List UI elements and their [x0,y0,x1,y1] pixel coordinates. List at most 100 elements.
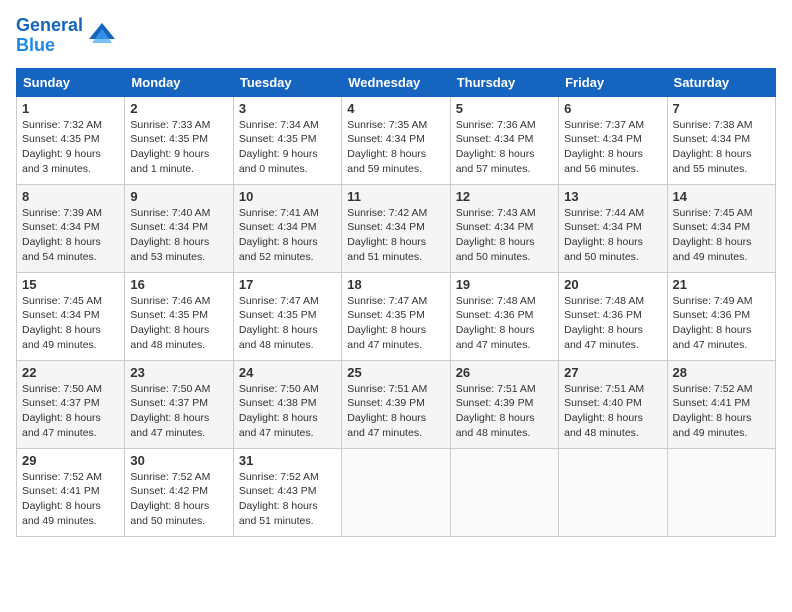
day-number: 9 [130,189,227,204]
calendar-cell [667,448,775,536]
calendar-cell: 22 Sunrise: 7:50 AMSunset: 4:37 PMDaylig… [17,360,125,448]
calendar-week-row: 8 Sunrise: 7:39 AMSunset: 4:34 PMDayligh… [17,184,776,272]
calendar-cell: 3 Sunrise: 7:34 AMSunset: 4:35 PMDayligh… [233,96,341,184]
day-info: Sunrise: 7:41 AMSunset: 4:34 PMDaylight:… [239,207,319,263]
day-info: Sunrise: 7:35 AMSunset: 4:34 PMDaylight:… [347,119,427,175]
calendar-cell: 7 Sunrise: 7:38 AMSunset: 4:34 PMDayligh… [667,96,775,184]
calendar-cell: 14 Sunrise: 7:45 AMSunset: 4:34 PMDaylig… [667,184,775,272]
day-of-week-header: Monday [125,68,233,96]
day-info: Sunrise: 7:32 AMSunset: 4:35 PMDaylight:… [22,119,102,175]
day-number: 23 [130,365,227,380]
calendar-cell: 28 Sunrise: 7:52 AMSunset: 4:41 PMDaylig… [667,360,775,448]
day-number: 22 [22,365,119,380]
calendar-cell: 9 Sunrise: 7:40 AMSunset: 4:34 PMDayligh… [125,184,233,272]
calendar-cell: 11 Sunrise: 7:42 AMSunset: 4:34 PMDaylig… [342,184,450,272]
calendar-cell: 5 Sunrise: 7:36 AMSunset: 4:34 PMDayligh… [450,96,558,184]
day-info: Sunrise: 7:52 AMSunset: 4:42 PMDaylight:… [130,471,210,527]
day-info: Sunrise: 7:33 AMSunset: 4:35 PMDaylight:… [130,119,210,175]
day-number: 5 [456,101,553,116]
day-number: 21 [673,277,770,292]
day-number: 3 [239,101,336,116]
day-info: Sunrise: 7:43 AMSunset: 4:34 PMDaylight:… [456,207,536,263]
day-number: 7 [673,101,770,116]
day-info: Sunrise: 7:46 AMSunset: 4:35 PMDaylight:… [130,295,210,351]
calendar-cell: 29 Sunrise: 7:52 AMSunset: 4:41 PMDaylig… [17,448,125,536]
calendar-cell: 24 Sunrise: 7:50 AMSunset: 4:38 PMDaylig… [233,360,341,448]
day-info: Sunrise: 7:49 AMSunset: 4:36 PMDaylight:… [673,295,753,351]
day-info: Sunrise: 7:51 AMSunset: 4:40 PMDaylight:… [564,383,644,439]
calendar-cell: 10 Sunrise: 7:41 AMSunset: 4:34 PMDaylig… [233,184,341,272]
day-number: 1 [22,101,119,116]
calendar-cell [559,448,667,536]
calendar-cell: 17 Sunrise: 7:47 AMSunset: 4:35 PMDaylig… [233,272,341,360]
day-info: Sunrise: 7:50 AMSunset: 4:37 PMDaylight:… [130,383,210,439]
day-number: 8 [22,189,119,204]
day-info: Sunrise: 7:42 AMSunset: 4:34 PMDaylight:… [347,207,427,263]
day-number: 20 [564,277,661,292]
calendar-cell: 8 Sunrise: 7:39 AMSunset: 4:34 PMDayligh… [17,184,125,272]
day-of-week-header: Thursday [450,68,558,96]
day-number: 14 [673,189,770,204]
day-number: 25 [347,365,444,380]
day-of-week-header: Sunday [17,68,125,96]
calendar-cell: 20 Sunrise: 7:48 AMSunset: 4:36 PMDaylig… [559,272,667,360]
calendar-cell: 4 Sunrise: 7:35 AMSunset: 4:34 PMDayligh… [342,96,450,184]
calendar-cell: 23 Sunrise: 7:50 AMSunset: 4:37 PMDaylig… [125,360,233,448]
day-info: Sunrise: 7:52 AMSunset: 4:43 PMDaylight:… [239,471,319,527]
calendar-cell: 18 Sunrise: 7:47 AMSunset: 4:35 PMDaylig… [342,272,450,360]
day-number: 18 [347,277,444,292]
calendar-cell: 31 Sunrise: 7:52 AMSunset: 4:43 PMDaylig… [233,448,341,536]
day-info: Sunrise: 7:34 AMSunset: 4:35 PMDaylight:… [239,119,319,175]
day-info: Sunrise: 7:51 AMSunset: 4:39 PMDaylight:… [347,383,427,439]
day-of-week-header: Saturday [667,68,775,96]
day-info: Sunrise: 7:47 AMSunset: 4:35 PMDaylight:… [347,295,427,351]
day-number: 10 [239,189,336,204]
day-number: 2 [130,101,227,116]
day-number: 6 [564,101,661,116]
calendar-week-row: 1 Sunrise: 7:32 AMSunset: 4:35 PMDayligh… [17,96,776,184]
calendar-cell: 15 Sunrise: 7:45 AMSunset: 4:34 PMDaylig… [17,272,125,360]
calendar-header-row: SundayMondayTuesdayWednesdayThursdayFrid… [17,68,776,96]
day-number: 30 [130,453,227,468]
day-info: Sunrise: 7:50 AMSunset: 4:38 PMDaylight:… [239,383,319,439]
calendar-cell: 19 Sunrise: 7:48 AMSunset: 4:36 PMDaylig… [450,272,558,360]
day-info: Sunrise: 7:48 AMSunset: 4:36 PMDaylight:… [564,295,644,351]
calendar-cell: 2 Sunrise: 7:33 AMSunset: 4:35 PMDayligh… [125,96,233,184]
logo-icon [87,21,117,51]
day-number: 13 [564,189,661,204]
day-number: 11 [347,189,444,204]
calendar-cell: 13 Sunrise: 7:44 AMSunset: 4:34 PMDaylig… [559,184,667,272]
day-info: Sunrise: 7:52 AMSunset: 4:41 PMDaylight:… [22,471,102,527]
day-info: Sunrise: 7:40 AMSunset: 4:34 PMDaylight:… [130,207,210,263]
calendar-week-row: 15 Sunrise: 7:45 AMSunset: 4:34 PMDaylig… [17,272,776,360]
day-number: 17 [239,277,336,292]
day-number: 31 [239,453,336,468]
calendar-cell: 16 Sunrise: 7:46 AMSunset: 4:35 PMDaylig… [125,272,233,360]
calendar-cell: 26 Sunrise: 7:51 AMSunset: 4:39 PMDaylig… [450,360,558,448]
page-header: GeneralBlue [16,16,776,56]
logo-text: GeneralBlue [16,16,83,56]
calendar-body: 1 Sunrise: 7:32 AMSunset: 4:35 PMDayligh… [17,96,776,536]
day-info: Sunrise: 7:50 AMSunset: 4:37 PMDaylight:… [22,383,102,439]
day-number: 4 [347,101,444,116]
day-of-week-header: Friday [559,68,667,96]
calendar-cell: 1 Sunrise: 7:32 AMSunset: 4:35 PMDayligh… [17,96,125,184]
day-info: Sunrise: 7:39 AMSunset: 4:34 PMDaylight:… [22,207,102,263]
day-number: 12 [456,189,553,204]
day-of-week-header: Tuesday [233,68,341,96]
day-number: 19 [456,277,553,292]
day-number: 15 [22,277,119,292]
calendar-cell: 12 Sunrise: 7:43 AMSunset: 4:34 PMDaylig… [450,184,558,272]
calendar-cell: 27 Sunrise: 7:51 AMSunset: 4:40 PMDaylig… [559,360,667,448]
calendar-cell [450,448,558,536]
calendar-cell: 21 Sunrise: 7:49 AMSunset: 4:36 PMDaylig… [667,272,775,360]
day-info: Sunrise: 7:51 AMSunset: 4:39 PMDaylight:… [456,383,536,439]
day-info: Sunrise: 7:48 AMSunset: 4:36 PMDaylight:… [456,295,536,351]
day-number: 26 [456,365,553,380]
calendar-week-row: 29 Sunrise: 7:52 AMSunset: 4:41 PMDaylig… [17,448,776,536]
day-of-week-header: Wednesday [342,68,450,96]
day-number: 16 [130,277,227,292]
day-info: Sunrise: 7:47 AMSunset: 4:35 PMDaylight:… [239,295,319,351]
calendar-cell: 25 Sunrise: 7:51 AMSunset: 4:39 PMDaylig… [342,360,450,448]
day-info: Sunrise: 7:38 AMSunset: 4:34 PMDaylight:… [673,119,753,175]
